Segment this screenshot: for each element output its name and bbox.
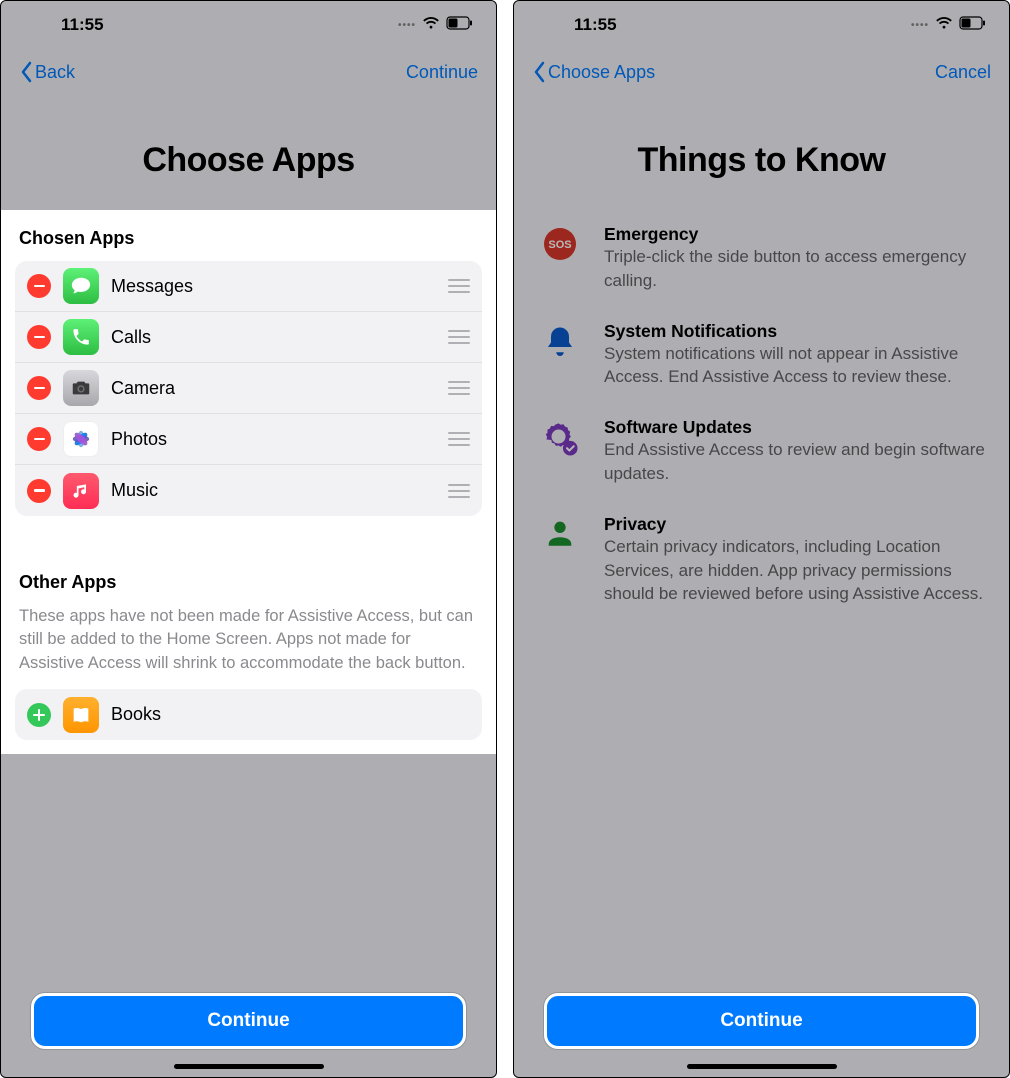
status-time: 11:55 [574,15,617,35]
page-title: Choose Apps [1,91,496,210]
chosen-apps-panel: Chosen Apps Messages Calls [1,210,496,754]
chosen-apps-header: Chosen Apps [15,228,482,261]
bottom-area: Continue [1,983,496,1077]
chosen-app-row: Photos [15,414,482,465]
camera-app-icon [63,370,99,406]
books-app-icon [63,697,99,733]
app-name: Calls [111,327,436,348]
chosen-app-row: Messages [15,261,482,312]
info-row-privacy: Privacy Certain privacy indicators, incl… [538,500,985,620]
calls-app-icon [63,319,99,355]
gear-badge-icon [538,417,582,486]
battery-icon [959,15,987,35]
reorder-handle-icon[interactable] [448,330,470,344]
continue-button[interactable]: Continue [544,993,979,1049]
wifi-icon [935,15,953,35]
battery-icon [446,15,474,35]
other-apps-header: Other Apps [15,572,482,605]
info-row-notifications: System Notifications System notification… [538,307,985,404]
bottom-area: Continue [514,983,1009,1077]
photos-app-icon [63,421,99,457]
phone-left-choose-apps: 11:55 •••• Back Continue Choose Apps Cho… [0,0,497,1078]
status-time: 11:55 [61,15,104,35]
info-body: System notifications will not appear in … [604,342,985,390]
back-button[interactable]: Choose Apps [532,61,655,83]
person-icon [538,514,582,606]
cellular-dots-icon: •••• [911,20,929,31]
status-bar: 11:55 •••• [1,1,496,49]
back-label: Back [35,62,75,83]
chosen-apps-list: Messages Calls Camera [15,261,482,516]
other-app-row: Books [15,689,482,740]
info-title: Privacy [604,514,985,535]
reorder-handle-icon[interactable] [448,279,470,293]
info-title: Emergency [604,224,985,245]
remove-app-button[interactable] [27,427,51,451]
phone-right-things-to-know: 11:55 •••• Choose Apps Cancel Things to … [513,0,1010,1078]
reorder-handle-icon[interactable] [448,484,470,498]
cancel-button[interactable]: Cancel [935,62,991,83]
back-label: Choose Apps [548,62,655,83]
info-title: System Notifications [604,321,985,342]
messages-app-icon [63,268,99,304]
remove-app-button[interactable] [27,376,51,400]
app-name: Books [111,704,470,725]
svg-text:SOS: SOS [548,239,571,251]
cellular-dots-icon: •••• [398,20,416,31]
info-list: SOS Emergency Triple-click the side butt… [514,210,1009,620]
remove-app-button[interactable] [27,479,51,503]
app-name: Camera [111,378,436,399]
app-name: Photos [111,429,436,450]
app-name: Messages [111,276,436,297]
bell-icon [538,321,582,390]
info-body: Triple-click the side button to access e… [604,245,985,293]
info-row-updates: Software Updates End Assistive Access to… [538,403,985,500]
nav-bar: Back Continue [1,49,496,91]
status-bar: 11:55 •••• [514,1,1009,49]
reorder-handle-icon[interactable] [448,381,470,395]
chosen-app-row: Camera [15,363,482,414]
remove-app-button[interactable] [27,274,51,298]
nav-bar: Choose Apps Cancel [514,49,1009,91]
info-title: Software Updates [604,417,985,438]
info-body: End Assistive Access to review and begin… [604,438,985,486]
reorder-handle-icon[interactable] [448,432,470,446]
other-apps-list: Books [15,689,482,740]
sos-icon: SOS [538,224,582,293]
chevron-left-icon [19,61,33,83]
chosen-app-row: Calls [15,312,482,363]
app-name: Music [111,480,436,501]
info-row-emergency: SOS Emergency Triple-click the side butt… [538,210,985,307]
page-title: Things to Know [514,91,1009,210]
nav-continue-link[interactable]: Continue [406,62,478,83]
chosen-app-row: Music [15,465,482,516]
chevron-left-icon [532,61,546,83]
continue-button[interactable]: Continue [31,993,466,1049]
other-apps-description: These apps have not been made for Assist… [15,605,482,689]
remove-app-button[interactable] [27,325,51,349]
wifi-icon [422,15,440,35]
back-button[interactable]: Back [19,61,75,83]
info-body: Certain privacy indicators, including Lo… [604,535,985,606]
music-app-icon [63,473,99,509]
add-app-button[interactable] [27,703,51,727]
